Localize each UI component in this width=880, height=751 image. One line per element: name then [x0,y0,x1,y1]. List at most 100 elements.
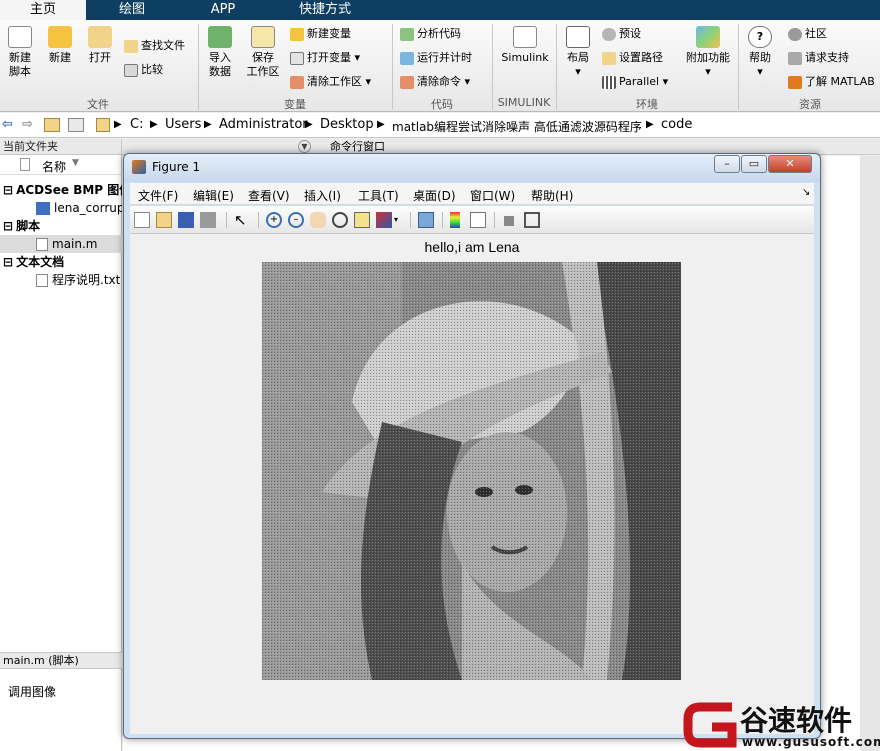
up-folder-icon[interactable] [44,118,60,132]
breadcrumb-project[interactable]: matlab编程尝试消除噪声 高低通滤波源码程序 [392,118,642,135]
sort-down-icon[interactable]: ▼ [72,158,79,168]
request-support-label: 请求支持 [805,51,849,64]
group-label-resources: 资源 [799,98,821,111]
analyze-code-button[interactable]: 分析代码 [400,25,461,43]
hide-plot-tools-icon[interactable] [504,216,514,226]
toolbar-divider [494,212,495,228]
set-path-button[interactable]: 设置路径 [602,49,663,67]
details-title: main.m (脚本) [0,652,122,669]
request-support-button[interactable]: 请求支持 [788,49,849,67]
show-plot-tools-icon[interactable] [524,212,540,228]
collapse-icon[interactable]: ⊟ [3,183,13,197]
breadcrumb-drive[interactable]: C: [130,117,143,132]
toolbar-divider [258,212,259,228]
chevron-right-icon: ▶ [377,119,385,130]
file-item-main[interactable]: main.m [0,235,122,253]
menu-view[interactable]: 查看(V) [248,187,290,204]
save-workspace-icon [251,26,275,48]
figure-title-bar[interactable]: Figure 1 – ▭ ✕ [124,154,820,182]
name-column-header[interactable]: 名称 [42,158,66,175]
new-script-button[interactable]: 新建 脚本 [4,26,36,79]
community-button[interactable]: 社区 [788,25,827,43]
breadcrumb-users[interactable]: Users [165,117,201,132]
import-data-button[interactable]: 导入 数据 [204,26,236,79]
file-item-lena[interactable]: lena_corrupted [0,199,122,217]
add-ons-button[interactable]: 附加功能 ▾ [684,26,732,79]
save-icon[interactable] [178,212,194,228]
new-button[interactable]: 新建 [44,26,76,65]
tab-shortcuts[interactable]: 快捷方式 [270,0,380,20]
tab-home[interactable]: 主页 [0,0,86,20]
run-and-time-button[interactable]: 运行并计时 [400,49,472,67]
chevron-down-icon[interactable]: ▼ [298,140,311,153]
scrollbar[interactable] [860,156,880,751]
new-plus-icon [48,26,72,48]
minimize-button[interactable]: – [714,155,740,173]
add-ons-icon [696,26,720,48]
maximize-button[interactable]: ▭ [741,155,767,173]
parallel-button[interactable]: Parallel ▾ [602,73,668,91]
group-scripts[interactable]: ⊟ 脚本 [0,217,122,235]
close-button[interactable]: ✕ [768,155,812,173]
pointer-icon[interactable]: ↖ [234,212,250,228]
dock-arrow-icon[interactable]: ↘ [802,187,810,198]
tab-plots[interactable]: 绘图 [88,0,176,20]
group-text-docs[interactable]: ⊟ 文本文档 [0,253,122,271]
new-figure-icon[interactable] [134,212,150,228]
open-icon[interactable] [156,212,172,228]
back-icon[interactable]: ⇦ [2,117,13,132]
menu-file[interactable]: 文件(F) [138,187,178,204]
figure-toolbar: ↖ + – ▾ [130,206,814,234]
layout-button[interactable]: 布局 ▾ [562,26,594,79]
brush-icon[interactable] [376,212,392,228]
tab-apps[interactable]: APP [180,0,266,20]
print-icon[interactable] [200,212,216,228]
file-column-icon [20,158,30,171]
brand-url: www.gususoft.com [742,735,880,749]
clear-commands-button[interactable]: 清除命令 ▾ [400,73,470,91]
rotate-icon[interactable] [332,212,348,228]
run-and-time-icon [400,51,414,65]
help-button[interactable]: ? 帮助 ▾ [744,26,776,79]
preferences-button[interactable]: 预设 [602,25,641,43]
pan-icon[interactable] [310,212,326,228]
collapse-icon[interactable]: ⊟ [3,219,13,233]
clear-commands-icon [400,75,414,89]
file-item-readme[interactable]: 程序说明.txt [0,271,122,289]
browse-folder-icon[interactable] [68,118,84,132]
compare-button[interactable]: 比较 [124,61,163,79]
breadcrumb-administrator[interactable]: Administrator [219,117,308,132]
save-workspace-button[interactable]: 保存 工作区 [244,26,282,79]
menu-insert[interactable]: 插入(I) [304,187,341,204]
menu-help[interactable]: 帮助(H) [531,187,573,204]
breadcrumb-desktop[interactable]: Desktop [320,117,374,132]
new-script-label: 新建 脚本 [9,51,31,78]
link-icon[interactable] [418,212,434,228]
collapse-icon[interactable]: ⊟ [3,255,13,269]
file-name: lena_corrupted [54,201,122,215]
menu-desktop[interactable]: 桌面(D) [413,187,456,204]
simulink-button[interactable]: Simulink [496,26,554,65]
group-acdsee-bmp[interactable]: ⊟ ACDSee BMP 图像 [0,181,122,199]
chevron-down-icon[interactable]: ▾ [394,212,402,228]
zoom-out-icon[interactable]: – [288,212,304,228]
compare-icon [124,63,138,77]
chevron-right-icon: ▶ [305,119,313,130]
find-files-button[interactable]: 查找文件 [124,37,185,55]
learn-matlab-button[interactable]: 了解 MATLAB [788,73,875,91]
zoom-in-icon[interactable]: + [266,212,282,228]
clear-workspace-button[interactable]: 清除工作区 ▾ [290,73,371,91]
chevron-right-icon: ▶ [646,119,654,130]
simulink-icon [513,26,537,48]
menu-window[interactable]: 窗口(W) [470,187,515,204]
colorbar-icon[interactable] [450,212,460,228]
menu-edit[interactable]: 编辑(E) [193,187,234,204]
open-variable-button[interactable]: 打开变量 ▾ [290,49,360,67]
new-variable-button[interactable]: 新建变量 [290,25,351,43]
open-button[interactable]: 打开 [84,26,116,65]
breadcrumb-code[interactable]: code [661,117,692,132]
forward-icon[interactable]: ⇨ [22,117,33,132]
legend-icon[interactable] [470,212,486,228]
menu-tools[interactable]: 工具(T) [358,187,399,204]
data-cursor-icon[interactable] [354,212,370,228]
